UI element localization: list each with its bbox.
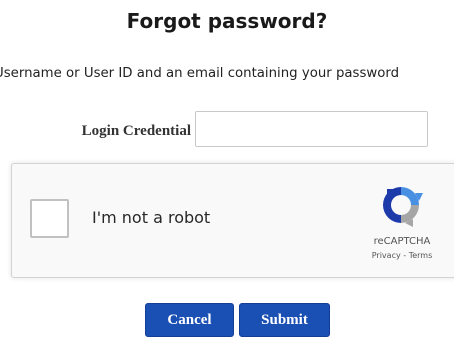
recaptcha-links: Privacy - Terms bbox=[356, 250, 448, 261]
login-credential-label: Login Credential bbox=[81, 123, 191, 139]
instructions-text: Username or User ID and an email contain… bbox=[0, 66, 400, 81]
login-credential-input[interactable] bbox=[195, 111, 428, 147]
terms-link[interactable]: Terms bbox=[409, 251, 433, 260]
links-separator: - bbox=[400, 251, 409, 260]
recaptcha-checkbox[interactable] bbox=[30, 199, 69, 238]
cancel-button[interactable]: Cancel bbox=[145, 303, 234, 337]
submit-button[interactable]: Submit bbox=[239, 303, 330, 337]
recaptcha-brand-text: reCAPTCHA bbox=[373, 236, 431, 247]
privacy-link[interactable]: Privacy bbox=[372, 251, 401, 260]
recaptcha-label: I'm not a robot bbox=[92, 208, 211, 227]
recaptcha-widget: I'm not a robot reCAPTCHA Privacy - Term… bbox=[11, 163, 454, 278]
page-title: Forgot password? bbox=[126, 9, 328, 33]
recaptcha-logo-icon bbox=[383, 187, 423, 227]
